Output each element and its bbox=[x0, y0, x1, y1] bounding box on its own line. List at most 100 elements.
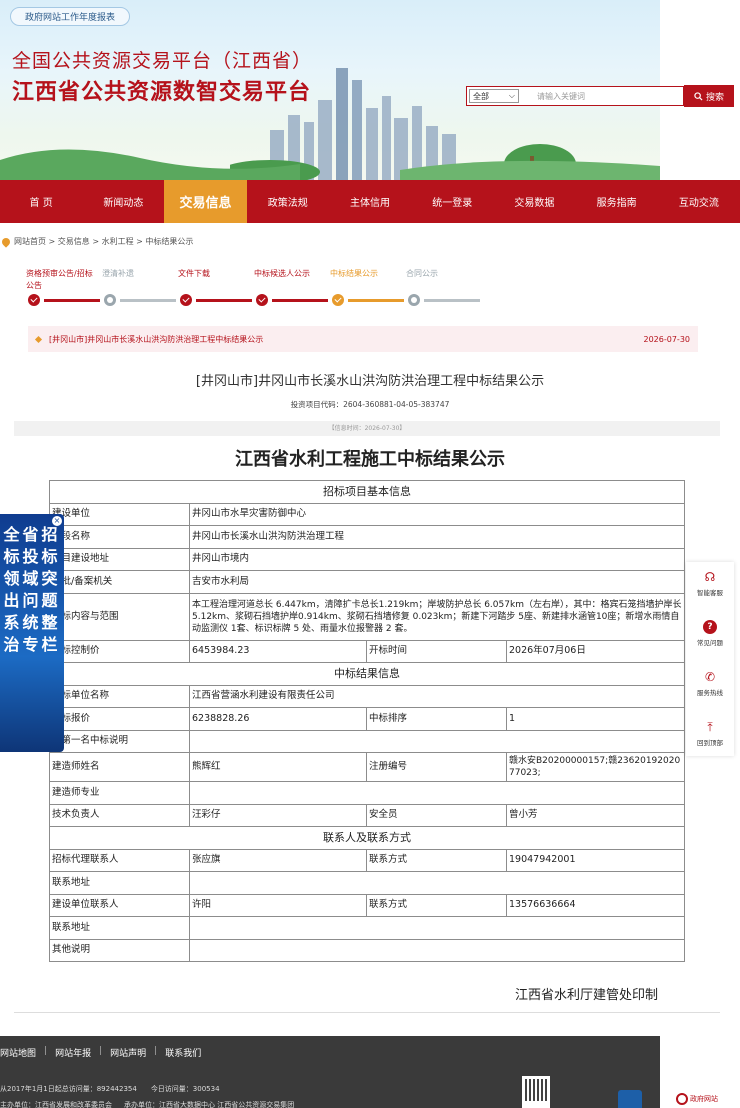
search-icon bbox=[694, 91, 703, 101]
nav-item-home[interactable]: 首 页 bbox=[0, 180, 82, 223]
site-footer: 网站地图 | 网站年报 | 网站声明 | 联系我们 从2017年1月1日起总访问… bbox=[0, 1036, 660, 1108]
hotline-label: 服务热线 bbox=[697, 689, 723, 697]
faq-button[interactable]: ? 常见问题 bbox=[686, 620, 734, 647]
row-label: 建设单位 bbox=[49, 502, 190, 526]
row-label: 招标代理联系人 bbox=[49, 848, 190, 872]
row-label: 联系方式 bbox=[366, 893, 507, 917]
table-row: 联系地址 bbox=[49, 871, 685, 895]
separator: | bbox=[99, 1046, 103, 1056]
special-column-banner[interactable]: × 全省招标投标领域突出问题系统整治专栏 bbox=[0, 514, 64, 752]
row-label: 中标报价 bbox=[49, 707, 190, 731]
footer-link-contact[interactable]: 联系我们 bbox=[165, 1046, 201, 1059]
nav-item-trading-info[interactable]: 交易信息 bbox=[164, 180, 247, 223]
check-icon bbox=[180, 294, 192, 306]
nav-item-credit[interactable]: 主体信用 bbox=[329, 180, 411, 223]
row-label: 项目建设地址 bbox=[49, 547, 190, 571]
separator: | bbox=[154, 1046, 158, 1056]
row-value: 井冈山市境内 bbox=[189, 547, 685, 571]
row-value: 吉安市水利局 bbox=[189, 570, 685, 594]
row-value bbox=[189, 871, 685, 895]
row-value: 19047942001 bbox=[506, 848, 685, 872]
table-row: 招标代理联系人 张应旗 联系方式 19047942001 bbox=[49, 848, 685, 872]
row-label: 联系地址 bbox=[49, 916, 190, 940]
row-value: 1 bbox=[506, 707, 685, 731]
back-to-top-button[interactable]: ⤒ 回到顶部 bbox=[686, 720, 734, 747]
table-row: 技术负责人 汪彩仔 安全员 曾小芳 bbox=[49, 803, 685, 827]
report-tag-link[interactable]: 政府网站工作年度报表 bbox=[10, 7, 131, 26]
row-label: 建造师专业 bbox=[49, 781, 190, 805]
search-button[interactable]: 搜索 bbox=[684, 85, 734, 107]
project-code: 投资项目代码：2604-360881-04-05-383747 bbox=[290, 400, 450, 409]
step-progress-bar bbox=[272, 299, 328, 302]
question-icon: ? bbox=[703, 620, 717, 634]
smart-service-label: 智能客服 bbox=[697, 589, 723, 597]
table-row: 标段名称 井冈山市长溪水山洪沟防洪治理工程 bbox=[49, 525, 685, 549]
row-value: 2026年07月06日 bbox=[506, 639, 685, 663]
site-header: 政府网站工作年度报表 全国公共资源交易平台（江西省） 江西省公共资源数智交易平台 bbox=[0, 0, 740, 180]
nav-item-interaction[interactable]: 互动交流 bbox=[658, 180, 740, 223]
search-input[interactable]: 请输入关键词 bbox=[519, 91, 683, 102]
table-section-row: 中标结果信息 bbox=[49, 662, 685, 686]
step-label: 资格预审公告/招标 公告 bbox=[26, 269, 93, 290]
row-label: 审批/备案机关 bbox=[49, 570, 190, 594]
nav-item-login[interactable]: 统一登录 bbox=[411, 180, 493, 223]
gov-site-logo[interactable]: 政府网站 bbox=[676, 1093, 718, 1105]
row-value: 13576636664 bbox=[506, 893, 685, 917]
section-header: 中标结果信息 bbox=[49, 662, 685, 686]
row-value: 许阳 bbox=[189, 893, 367, 917]
back-to-top-label: 回到顶部 bbox=[697, 739, 723, 747]
qr-code-icon bbox=[522, 1076, 550, 1108]
nav-item-trading-data[interactable]: 交易数据 bbox=[493, 180, 575, 223]
table-row: 联系地址 bbox=[49, 916, 685, 940]
step-candidate-notice[interactable]: 中标候选人公示 bbox=[254, 268, 330, 306]
hotline-button[interactable]: ✆ 服务热线 bbox=[686, 670, 734, 697]
step-progress-bar bbox=[120, 299, 176, 302]
step-label: 文件下载 bbox=[178, 269, 210, 278]
banner-text: 全省招标投标领域突出问题系统整治专栏 bbox=[3, 525, 61, 654]
phone-icon: ✆ bbox=[704, 670, 716, 684]
step-result-notice[interactable]: 中标结果公示 bbox=[330, 268, 406, 306]
search-scope-select[interactable]: 全部 ⌵ bbox=[469, 89, 519, 103]
document-signature: 江西省水利厅建管处印制 bbox=[515, 988, 659, 1003]
row-value: 汪彩仔 bbox=[189, 803, 367, 827]
gov-logo-text: 政府网站 bbox=[690, 1095, 718, 1103]
table-row: 非第一名中标说明 bbox=[49, 729, 685, 753]
notice-bar[interactable]: [井冈山市]井冈山市长溪水山洪沟防洪治理工程中标结果公示 2026-07-30 bbox=[28, 326, 698, 352]
step-label: 中标候选人公示 bbox=[254, 269, 310, 278]
shield-badge-icon[interactable] bbox=[618, 1090, 642, 1108]
notice-date: 2026-07-30 bbox=[643, 334, 691, 344]
row-value: 本工程治理河道总长 6.447km，清障扩卡总长1.219km；岸坡防护总长 6… bbox=[189, 592, 685, 641]
nav-item-news[interactable]: 新闻动态 bbox=[82, 180, 164, 223]
pending-dot-icon bbox=[408, 294, 420, 306]
footer-link-annual-report[interactable]: 网站年报 bbox=[55, 1046, 91, 1059]
process-steps: 资格预审公告/招标 公告 澄清补遗 文件下载 中标候选人公示 中标结果公示 合同公… bbox=[26, 268, 506, 310]
row-value bbox=[189, 781, 685, 805]
row-label: 开标时间 bbox=[366, 639, 507, 663]
divider bbox=[14, 1012, 720, 1013]
step-file-download[interactable]: 文件下载 bbox=[178, 268, 254, 306]
breadcrumb-text[interactable]: 网站首页 > 交易信息 > 水利工程 > 中标结果公示 bbox=[14, 236, 193, 247]
step-tender-notice[interactable]: 资格预审公告/招标 公告 bbox=[26, 268, 102, 306]
table-section-row: 招标项目基本信息 bbox=[49, 480, 685, 504]
table-row: 中标单位名称 江西省营涵水利建设有限责任公司 bbox=[49, 684, 685, 708]
table-row: 项目建设地址 井冈山市境内 bbox=[49, 547, 685, 571]
chevron-down-icon: ⌵ bbox=[508, 91, 515, 100]
operator-org: 承办单位：江西省大数据中心 江西省公共资源交易集团 bbox=[124, 1101, 295, 1108]
table-section-row: 联系人及联系方式 bbox=[49, 826, 685, 850]
nav-item-policy[interactable]: 政策法规 bbox=[247, 180, 329, 223]
footer-link-statement[interactable]: 网站声明 bbox=[110, 1046, 146, 1059]
row-label: 联系地址 bbox=[49, 871, 190, 895]
info-time: 【信息时间：2026-07-30】 bbox=[14, 421, 720, 436]
smart-service-button[interactable]: ☊ 智能客服 bbox=[686, 570, 734, 597]
row-label: 招标控制价 bbox=[49, 639, 190, 663]
row-label: 技术负责人 bbox=[49, 803, 190, 827]
step-clarification[interactable]: 澄清补遗 bbox=[102, 268, 178, 306]
document-title: [井冈山市]井冈山市长溪水山洪沟防洪治理工程中标结果公示 bbox=[195, 374, 545, 389]
host-org: 主办单位：江西省发展和改革委员会 bbox=[0, 1101, 112, 1108]
nav-item-service-guide[interactable]: 服务指南 bbox=[576, 180, 658, 223]
footer-link-sitemap[interactable]: 网站地图 bbox=[0, 1046, 36, 1059]
row-value bbox=[189, 916, 685, 940]
step-contract-notice[interactable]: 合同公示 bbox=[406, 268, 482, 306]
search-box: 全部 ⌵ 请输入关键词 bbox=[466, 86, 684, 106]
today-visits: 今日访问量：300534 bbox=[150, 1085, 220, 1093]
